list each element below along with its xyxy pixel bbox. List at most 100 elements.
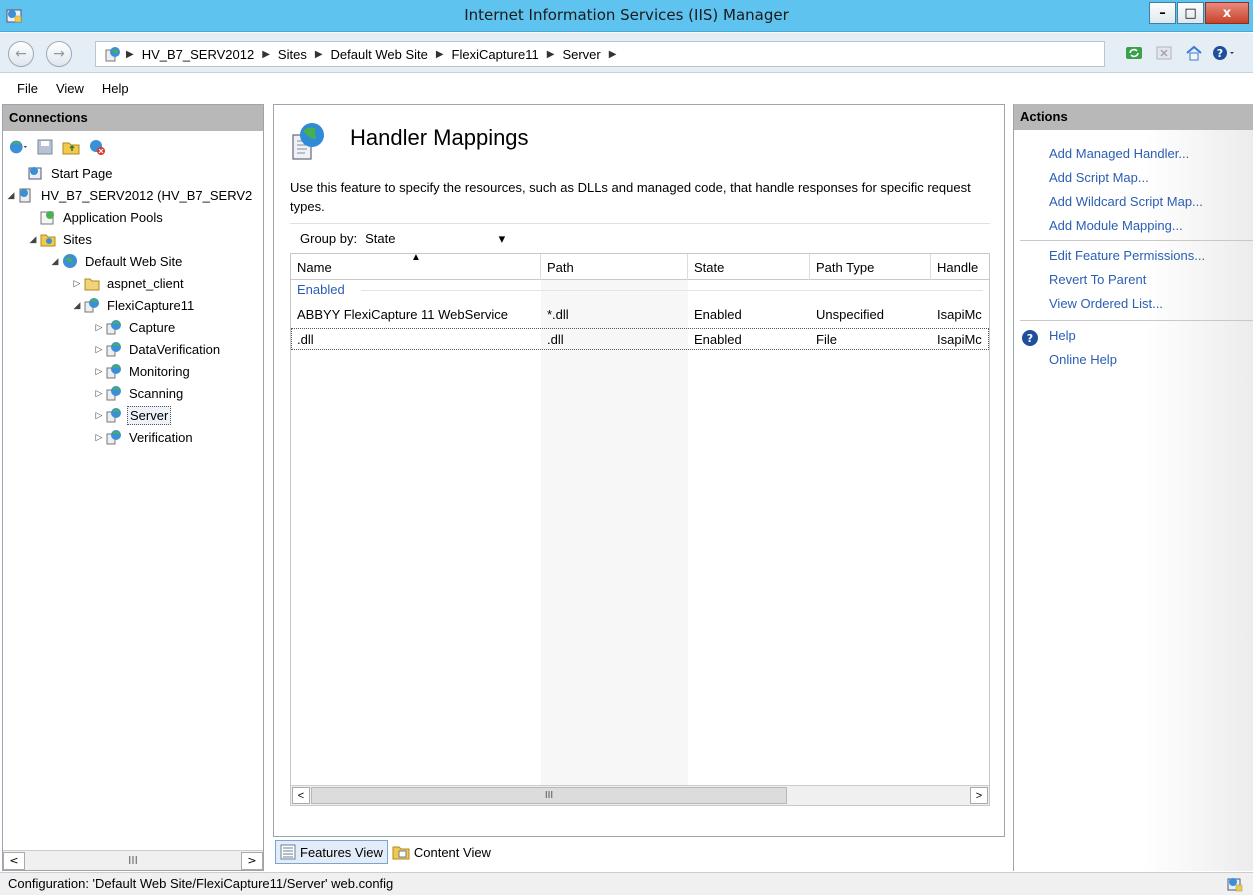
tree-node-verification[interactable]: ▷ Verification — [93, 427, 195, 447]
connections-scrollbar[interactable]: < III > — [3, 850, 263, 870]
action-edit-feature-permissions[interactable]: Edit Feature Permissions... — [1049, 248, 1205, 263]
breadcrumb-server-app[interactable]: Server — [558, 47, 604, 62]
tree-node-start-page[interactable]: Start Page — [15, 163, 114, 183]
forward-button[interactable]: → — [46, 41, 72, 67]
action-add-module-mapping[interactable]: Add Module Mapping... — [1049, 218, 1183, 233]
tree-expander[interactable]: ▷ — [93, 410, 105, 421]
column-header-name[interactable]: Name ▲ — [291, 254, 541, 280]
tree-node-flexicapture11[interactable]: ◢ FlexiCapture11 — [71, 295, 196, 315]
scroll-right-arrow-icon[interactable]: > — [970, 787, 988, 804]
content-view-icon — [392, 846, 410, 860]
menu-view[interactable]: View — [47, 81, 93, 96]
tab-features-view[interactable]: Features View — [275, 840, 388, 864]
action-online-help[interactable]: Online Help — [1049, 352, 1117, 367]
tree-node-monitoring[interactable]: ▷ Monitoring — [93, 361, 192, 381]
column-header-state[interactable]: State — [688, 254, 810, 280]
handler-mappings-icon — [292, 123, 324, 160]
column-header-handler[interactable]: Handle — [931, 254, 989, 280]
table-row[interactable]: .dll .dll Enabled File IsapiMc — [291, 328, 989, 350]
maximize-button[interactable]: □ — [1177, 2, 1204, 24]
tree-node-application-pools[interactable]: Application Pools — [27, 207, 165, 227]
tree-expander[interactable]: ▷ — [71, 278, 83, 289]
table-row[interactable]: ABBYY FlexiCapture 11 WebService *.dll E… — [291, 304, 989, 326]
tree-expander[interactable]: ◢ — [49, 256, 61, 267]
group-by-select[interactable]: State ▾ — [365, 231, 505, 247]
tree-node-default-web-site[interactable]: ◢ Default Web Site — [49, 251, 184, 271]
tree-expander[interactable]: ▷ — [93, 366, 105, 377]
grid-scrollbar[interactable]: < III > — [291, 785, 989, 805]
menu-file[interactable]: File — [8, 81, 47, 96]
scroll-right-arrow-icon[interactable]: > — [240, 851, 263, 870]
up-folder-icon[interactable] — [61, 137, 81, 157]
close-button[interactable]: x — [1205, 2, 1249, 24]
tree-label: Capture — [129, 319, 176, 335]
cell-path-type: File — [816, 332, 837, 347]
action-revert-to-parent[interactable]: Revert To Parent — [1049, 272, 1146, 287]
connections-header: Connections — [3, 105, 263, 131]
tree-node-capture[interactable]: ▷ Capture — [93, 317, 177, 337]
tree-expander[interactable]: ▷ — [93, 322, 105, 333]
column-header-path[interactable]: Path — [541, 254, 688, 280]
tab-content-view[interactable]: Content View — [388, 840, 495, 864]
tree-expander[interactable]: ▷ — [93, 388, 105, 399]
scroll-left-arrow-icon[interactable]: < — [292, 787, 310, 804]
action-add-managed-handler[interactable]: Add Managed Handler... — [1049, 146, 1189, 161]
column-header-path-type[interactable]: Path Type — [810, 254, 931, 280]
tree-node-server[interactable]: ◢ HV_B7_SERV2012 (HV_B7_SERV2 — [5, 185, 254, 205]
app-icon — [105, 406, 123, 424]
tree-expander[interactable]: ◢ — [27, 234, 39, 245]
back-arrow-icon: ← — [15, 46, 27, 62]
tab-label: Features View — [300, 844, 383, 860]
action-add-script-map[interactable]: Add Script Map... — [1049, 170, 1149, 185]
app-pools-icon — [39, 208, 57, 226]
tree-expander[interactable]: ▷ — [93, 344, 105, 355]
save-icon[interactable] — [35, 137, 55, 157]
help-dropdown-icon[interactable]: ? — [1212, 42, 1236, 64]
tree-label: Server — [127, 405, 172, 425]
scroll-left-arrow-icon[interactable]: < — [3, 851, 25, 870]
minimize-button[interactable]: – — [1149, 2, 1176, 24]
connect-icon[interactable] — [9, 137, 29, 157]
globe-icon — [61, 252, 79, 270]
grid-header: Name ▲ Path State Path Type Handle — [291, 254, 989, 280]
menu-help[interactable]: Help — [93, 81, 138, 96]
action-add-wildcard-script-map[interactable]: Add Wildcard Script Map... — [1049, 194, 1203, 209]
address-toolbar: ? — [1122, 42, 1236, 64]
action-help[interactable]: Help — [1049, 328, 1076, 343]
home-icon[interactable] — [1182, 42, 1206, 64]
cell-path: *.dll — [547, 307, 569, 322]
breadcrumb-sites[interactable]: Sites — [274, 47, 311, 62]
tree-expander[interactable]: ▷ — [93, 432, 105, 443]
breadcrumb[interactable]: ▶ HV_B7_SERV2012 ▶ Sites ▶ Default Web S… — [95, 41, 1105, 67]
action-view-ordered-list[interactable]: View Ordered List... — [1049, 296, 1163, 311]
cell-path-type: Unspecified — [816, 307, 884, 322]
tree-node-server-app[interactable]: ▷ Server — [93, 405, 172, 425]
help-icon: ? — [1022, 330, 1038, 346]
tree-node-scanning[interactable]: ▷ Scanning — [93, 383, 185, 403]
tree-label: Default Web Site — [85, 253, 183, 269]
refresh-icon[interactable] — [1122, 42, 1146, 64]
scroll-thumb[interactable]: III — [311, 787, 787, 804]
folder-icon — [83, 274, 101, 292]
tree-node-dataverification[interactable]: ▷ DataVerification — [93, 339, 222, 359]
disconnect-icon[interactable] — [87, 137, 107, 157]
tree-expander[interactable]: ◢ — [71, 300, 83, 311]
breadcrumb-flexicapture11[interactable]: FlexiCapture11 — [448, 47, 543, 62]
tree-expander[interactable]: ◢ — [5, 190, 17, 201]
breadcrumb-separator: ▶ — [608, 48, 617, 60]
handler-grid: Name ▲ Path State Path Type Handle Enabl… — [290, 253, 990, 806]
cell-handler: IsapiMc — [937, 307, 982, 322]
tree-label: HV_B7_SERV2012 (HV_B7_SERV2 — [41, 187, 253, 203]
cell-name: ABBYY FlexiCapture 11 WebService — [297, 307, 508, 322]
stop-icon[interactable] — [1152, 42, 1176, 64]
tree-node-aspnet-client[interactable]: ▷ aspnet_client — [71, 273, 186, 293]
cell-path: .dll — [547, 332, 564, 347]
breadcrumb-default-web-site[interactable]: Default Web Site — [327, 47, 432, 62]
group-header-enabled[interactable]: Enabled — [297, 282, 345, 297]
server-icon — [17, 186, 35, 204]
breadcrumb-server[interactable]: HV_B7_SERV2012 — [138, 47, 259, 62]
back-button[interactable]: ← — [8, 41, 34, 67]
tree-node-sites[interactable]: ◢ Sites — [27, 229, 94, 249]
cell-state: Enabled — [694, 332, 742, 347]
tree-label: Application Pools — [63, 209, 163, 225]
